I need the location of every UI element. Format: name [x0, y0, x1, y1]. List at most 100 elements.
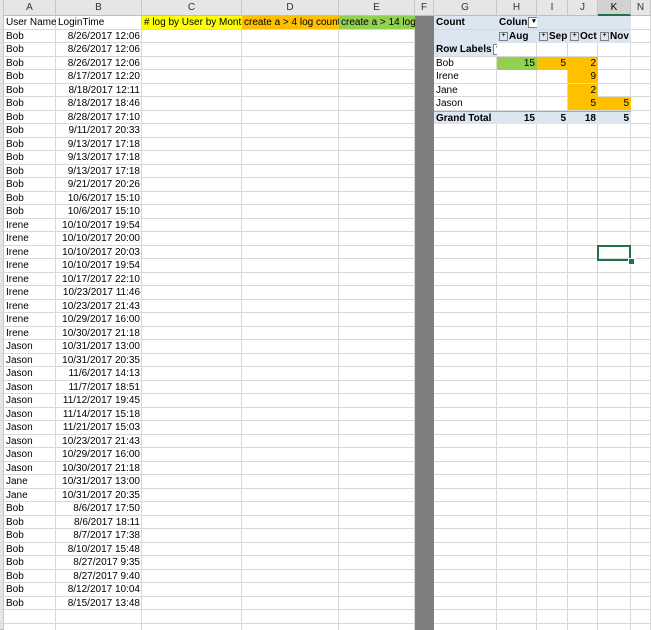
pivot-row-name[interactable]: Jason: [434, 97, 497, 110]
pivot-value-cell[interactable]: [598, 57, 631, 70]
cell-user-name[interactable]: Jason: [4, 354, 56, 367]
cell-user-name[interactable]: Bob: [4, 151, 56, 164]
header-d[interactable]: create a > 4 log count: [242, 16, 339, 29]
cell-login-time[interactable]: 10/30/2017 21:18: [56, 327, 142, 340]
cell-login-time[interactable]: 8/12/2017 10:04: [56, 583, 142, 596]
pivot-value-cell[interactable]: [497, 70, 537, 83]
expand-plus-icon[interactable]: +: [600, 31, 609, 41]
cell-login-time[interactable]: 8/26/2017 12:06: [56, 57, 142, 70]
cell-login-time[interactable]: 10/31/2017 13:00: [56, 475, 142, 488]
cell-user-name[interactable]: Bob: [4, 57, 56, 70]
pivot-month-aug[interactable]: + Aug: [497, 30, 537, 43]
cell-user-name[interactable]: Bob: [4, 597, 56, 610]
pivot-row-labels-button[interactable]: Row Labels▾: [434, 43, 497, 56]
pivot-value-cell[interactable]: [497, 97, 537, 110]
column-header-c[interactable]: C: [142, 0, 242, 16]
cell-user-name[interactable]: Bob: [4, 165, 56, 178]
cell-login-time[interactable]: 8/15/2017 13:48: [56, 597, 142, 610]
cell-user-name[interactable]: Bob: [4, 205, 56, 218]
pivot-value-cell[interactable]: 9: [568, 70, 598, 83]
pivot-month-nov[interactable]: + Nov: [598, 30, 631, 43]
column-header-i[interactable]: I: [537, 0, 568, 16]
pivot-column-labels-button[interactable]: Colun ▾: [497, 16, 537, 29]
cell-login-time[interactable]: 9/13/2017 17:18: [56, 165, 142, 178]
cell-user-name[interactable]: Jason: [4, 435, 56, 448]
cell-login-time[interactable]: 8/6/2017 18:11: [56, 516, 142, 529]
cell-user-name[interactable]: Bob: [4, 84, 56, 97]
cell-user-name[interactable]: Irene: [4, 313, 56, 326]
cell-login-time[interactable]: 10/17/2017 22:10: [56, 273, 142, 286]
pivot-value-cell[interactable]: [537, 70, 568, 83]
cell-user-name[interactable]: Jason: [4, 381, 56, 394]
cell-login-time[interactable]: 11/21/2017 15:03: [56, 421, 142, 434]
pivot-grand-total-value[interactable]: 15: [497, 111, 537, 124]
column-header-e[interactable]: E: [339, 0, 415, 16]
cell-user-name[interactable]: Irene: [4, 219, 56, 232]
cell-login-time[interactable]: 8/18/2017 18:46: [56, 97, 142, 110]
cell-login-time[interactable]: 10/6/2017 15:10: [56, 205, 142, 218]
cell-user-name[interactable]: Bob: [4, 70, 56, 83]
cell-login-time[interactable]: 11/7/2017 18:51: [56, 381, 142, 394]
cell-login-time[interactable]: 8/28/2017 17:10: [56, 111, 142, 124]
cell-user-name[interactable]: Irene: [4, 232, 56, 245]
cell-login-time[interactable]: 10/31/2017 20:35: [56, 354, 142, 367]
cell-login-time[interactable]: 10/30/2017 21:18: [56, 462, 142, 475]
cell-user-name[interactable]: Jane: [4, 475, 56, 488]
column-header-n[interactable]: N: [631, 0, 651, 16]
cell-login-time[interactable]: 10/23/2017 21:43: [56, 435, 142, 448]
pivot-value-cell[interactable]: 5: [537, 57, 568, 70]
pivot-month-oct[interactable]: + Oct: [568, 30, 598, 43]
expand-plus-icon[interactable]: +: [499, 31, 508, 41]
pivot-month-sep[interactable]: + Sep: [537, 30, 568, 43]
cell-user-name[interactable]: Bob: [4, 124, 56, 137]
pivot-value-cell[interactable]: 5: [568, 97, 598, 110]
cell-user-name[interactable]: Irene: [4, 300, 56, 313]
cell-login-time[interactable]: 11/12/2017 19:45: [56, 394, 142, 407]
cell-login-time[interactable]: 10/10/2017 19:54: [56, 259, 142, 272]
pivot-row-name[interactable]: Bob: [434, 57, 497, 70]
cell-user-name[interactable]: Bob: [4, 192, 56, 205]
cell-login-time[interactable]: 9/13/2017 17:18: [56, 138, 142, 151]
pivot-value-cell[interactable]: 15: [497, 57, 537, 70]
cell-login-time[interactable]: 10/29/2017 16:00: [56, 313, 142, 326]
cell-user-name[interactable]: Bob: [4, 43, 56, 56]
cell-login-time[interactable]: 8/27/2017 9:35: [56, 556, 142, 569]
cell-user-name[interactable]: Irene: [4, 286, 56, 299]
pivot-value-cell[interactable]: 2: [568, 57, 598, 70]
cell-login-time[interactable]: 10/23/2017 21:43: [56, 300, 142, 313]
cell-login-time[interactable]: 9/11/2017 20:33: [56, 124, 142, 137]
cell-user-name[interactable]: Bob: [4, 529, 56, 542]
column-header-k[interactable]: K: [598, 0, 631, 16]
cell-user-name[interactable]: Bob: [4, 111, 56, 124]
column-header-a[interactable]: A: [4, 0, 56, 16]
cell-login-time[interactable]: 10/10/2017 19:54: [56, 219, 142, 232]
column-header-h[interactable]: H: [497, 0, 537, 16]
cell-user-name[interactable]: Bob: [4, 138, 56, 151]
cell-login-time[interactable]: 11/14/2017 15:18: [56, 408, 142, 421]
column-header-j[interactable]: J: [568, 0, 598, 16]
cell-login-time[interactable]: 8/26/2017 12:06: [56, 30, 142, 43]
pivot-value-cell[interactable]: [537, 84, 568, 97]
header-user-name[interactable]: User Name: [4, 16, 56, 29]
cell-user-name[interactable]: Bob: [4, 502, 56, 515]
cell-login-time[interactable]: 10/6/2017 15:10: [56, 192, 142, 205]
expand-plus-icon[interactable]: +: [570, 31, 579, 41]
filter-dropdown-icon[interactable]: ▾: [528, 16, 537, 28]
cell-login-time[interactable]: 9/21/2017 20:26: [56, 178, 142, 191]
cell-user-name[interactable]: Bob: [4, 30, 56, 43]
filter-dropdown-icon[interactable]: ▾: [492, 43, 497, 55]
cell-login-time[interactable]: 10/29/2017 16:00: [56, 448, 142, 461]
cell-login-time[interactable]: 10/31/2017 20:35: [56, 489, 142, 502]
pivot-value-cell[interactable]: [598, 70, 631, 83]
fill-handle[interactable]: [628, 258, 635, 265]
cell-login-time[interactable]: 11/6/2017 14:13: [56, 367, 142, 380]
cell-user-name[interactable]: Bob: [4, 583, 56, 596]
pivot-grand-total-value[interactable]: 5: [537, 111, 568, 124]
pivot-value-cell[interactable]: 2: [568, 84, 598, 97]
cell-user-name[interactable]: Jason: [4, 408, 56, 421]
selected-cell[interactable]: [597, 245, 631, 261]
header-c[interactable]: # log by User by Month: [142, 16, 242, 29]
pivot-value-cell[interactable]: [497, 84, 537, 97]
cell-user-name[interactable]: Bob: [4, 97, 56, 110]
cell-login-time[interactable]: 10/10/2017 20:00: [56, 232, 142, 245]
